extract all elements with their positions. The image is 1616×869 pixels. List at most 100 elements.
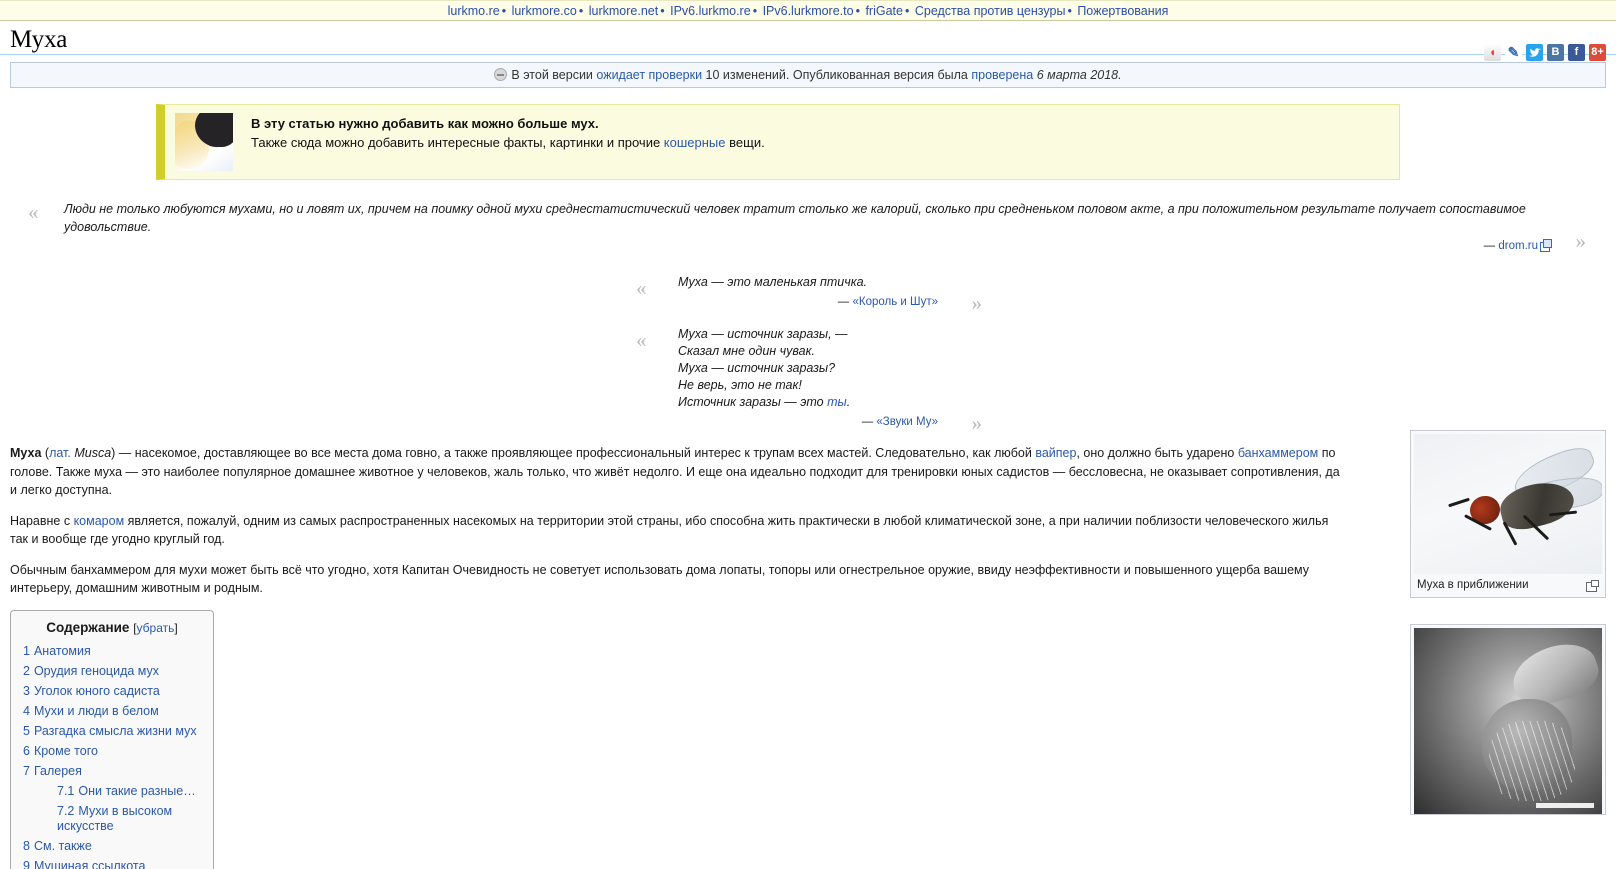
quote-close-icon: »: [971, 291, 983, 315]
page-title: Муха: [10, 26, 68, 53]
toc-item-4[interactable]: 4 Мухи и люди в белом: [23, 704, 201, 719]
toc-link[interactable]: См. также: [34, 839, 92, 853]
toc-item-9[interactable]: 9 Мушиная ссылкота: [23, 859, 201, 869]
article-body: Муха (лат. Musca) — насекомое, доставляю…: [10, 444, 1345, 598]
mirror-link-3[interactable]: IPv6.lurkmo.re: [670, 4, 751, 18]
rss-icon[interactable]: [1484, 44, 1501, 61]
toc-toggle-link[interactable]: убрать: [137, 621, 175, 635]
attr-dash: —: [861, 416, 877, 428]
link-viper[interactable]: вайпер: [1035, 446, 1076, 460]
vk-icon[interactable]: B: [1547, 44, 1564, 61]
googleplus-icon[interactable]: 8+: [1589, 44, 1606, 61]
facebook-icon[interactable]: f: [1568, 44, 1585, 61]
mirror-link-0[interactable]: lurkmo.re: [448, 4, 500, 18]
quote-line-last-a: Источник заразы — это: [678, 395, 828, 409]
quote-source-link[interactable]: «Король и Шут»: [853, 296, 939, 308]
toc-link[interactable]: Разгадка смысла жизни мух: [34, 724, 197, 738]
toc-number: 2: [23, 663, 30, 678]
article-subject: Муха: [10, 446, 42, 460]
quote-open-icon: «: [636, 328, 647, 352]
toc-number: 1: [23, 643, 30, 658]
toc-link[interactable]: Анатомия: [34, 644, 91, 658]
toc-item-1[interactable]: 1 Анатомия: [23, 644, 201, 659]
toc-link[interactable]: Галерея: [34, 764, 82, 778]
caption-text: Муха в приближении: [1417, 579, 1529, 591]
toc-number: 5: [23, 723, 30, 738]
toc-item-7[interactable]: 7 Галерея: [23, 764, 201, 779]
quote-close-icon: »: [1575, 229, 1587, 253]
mirror-link-1[interactable]: lurkmore.co: [512, 4, 577, 18]
article-message-box: В эту статью нужно добавить как можно бо…: [156, 104, 1400, 180]
toc-header: Содержание [убрать]: [23, 620, 201, 635]
toc-item-3[interactable]: 3 Уголок юного садиста: [23, 684, 201, 699]
mirror-link-5[interactable]: friGate: [865, 4, 903, 18]
content-area: Муха (лат. Musca) — насекомое, доставляю…: [0, 430, 1616, 869]
p1-lat-close: ) — насекомое, доставляющее во все места…: [111, 446, 1036, 460]
link-komar[interactable]: комаром: [74, 514, 125, 528]
toc-list: 1 Анатомия 2 Орудия геноцида мух 3 Уголок ю…: [23, 644, 201, 869]
mirror-link-4[interactable]: IPv6.lurkmore.to: [763, 4, 854, 18]
toc-item-5[interactable]: 5 Разгадка смысла жизни мух: [23, 724, 201, 739]
quote-link-ty[interactable]: ты: [827, 395, 847, 409]
quote-block-wide: « Люди не только любуются мухами, но и л…: [28, 200, 1586, 252]
quote-attribution: — «Король и Шут»: [678, 296, 938, 308]
mirror-sep: •: [660, 4, 665, 18]
toc-number: 7.1: [57, 783, 75, 798]
pencil-icon[interactable]: ✎: [1505, 44, 1522, 61]
quote-text: Муха — это маленькая птичка.: [678, 275, 868, 289]
toc-number: 4: [23, 703, 30, 718]
toc-toggle: [убрать]: [133, 621, 178, 635]
p2-b: является, пожалуй, одним из самых распро…: [10, 513, 1329, 547]
notice-link-checked[interactable]: проверена: [971, 68, 1033, 82]
quote-source-link[interactable]: «Звуки Му»: [876, 416, 938, 428]
toc-link[interactable]: Мушиная ссылкота: [34, 859, 146, 869]
twitter-icon[interactable]: [1526, 44, 1543, 61]
mirror-sep: •: [904, 4, 910, 18]
mirror-links-bar: lurkmo.re • lurkmore.co • lurkmore.net • IP…: [0, 0, 1616, 21]
toc-item-8[interactable]: 8 См. также: [23, 839, 201, 854]
thumbnail-fly-closeup[interactable]: Муха в приближении: [1410, 430, 1606, 598]
twitter-bird-glyph: [1528, 47, 1541, 57]
mirror-sep: •: [855, 4, 860, 18]
toc-link[interactable]: Орудия геноцида мух: [34, 664, 159, 678]
mirror-link-2[interactable]: lurkmore.net: [589, 4, 658, 18]
attr-dash: —: [837, 296, 853, 308]
toc-item-7-2[interactable]: 7.2 Мухи в высоком искусстве: [23, 804, 201, 834]
notice-part1: В этой версии: [511, 68, 597, 82]
fly-setae: [1489, 721, 1576, 801]
link-latin[interactable]: лат.: [49, 446, 71, 460]
mirror-link-7[interactable]: Пожертвования: [1077, 4, 1168, 18]
notice-link-pending[interactable]: ожидает проверки: [596, 68, 702, 82]
social-share-bar: ✎ B f 8+: [1484, 44, 1606, 61]
mirror-link-6[interactable]: Средства против цензуры: [915, 4, 1066, 18]
toc-link[interactable]: Уголок юного садиста: [34, 684, 160, 698]
mirror-sep: •: [1067, 4, 1072, 18]
fly-sem-image[interactable]: [1414, 628, 1602, 814]
ambox-link-kosher[interactable]: кошерные: [664, 135, 726, 150]
scale-bar: [1536, 803, 1594, 808]
fly-antenna: [1447, 497, 1470, 508]
magnify-icon[interactable]: [1586, 580, 1599, 592]
quote-block-center-1: « Муха — это маленькая птичка. » — «Коро…: [636, 274, 982, 314]
paragraph-3: Обычным банхаммером для мухи может быть …: [10, 562, 1310, 596]
link-banhammer[interactable]: банхаммером: [1238, 446, 1318, 460]
fly-photo-image[interactable]: [1414, 434, 1602, 574]
attr-dash: —: [1483, 240, 1499, 252]
quote-attribution: — «Звуки Му»: [678, 416, 938, 428]
toc-item-6[interactable]: 6 Кроме того: [23, 744, 201, 759]
toc-item-2[interactable]: 2 Орудия геноцида мух: [23, 664, 201, 679]
toc-link[interactable]: Кроме того: [34, 744, 98, 758]
toc-link[interactable]: Мухи и люди в белом: [34, 704, 159, 718]
ambox-thumbnail-image: [175, 113, 233, 171]
quote-source-link[interactable]: drom.ru: [1498, 240, 1538, 252]
thumbnail-fly-sem[interactable]: [1410, 624, 1606, 815]
toc-title-label: Содержание: [46, 619, 130, 635]
ambox-sub-b: вещи.: [725, 135, 765, 150]
toc-link[interactable]: Они такие разные…: [78, 784, 195, 798]
ambox-text: В эту статью нужно добавить как можно бо…: [251, 113, 1389, 150]
quote-line: Муха — источник заразы?: [678, 361, 836, 375]
ambox-subtext: Также сюда можно добавить интересные фак…: [251, 135, 1389, 150]
toc-item-7-1[interactable]: 7.1 Они такие разные…: [23, 784, 201, 799]
paragraph-2: Наравне с комаром является, пожалуй, одн…: [10, 512, 1345, 549]
toc-link[interactable]: Мухи в высоком искусстве: [57, 804, 172, 833]
